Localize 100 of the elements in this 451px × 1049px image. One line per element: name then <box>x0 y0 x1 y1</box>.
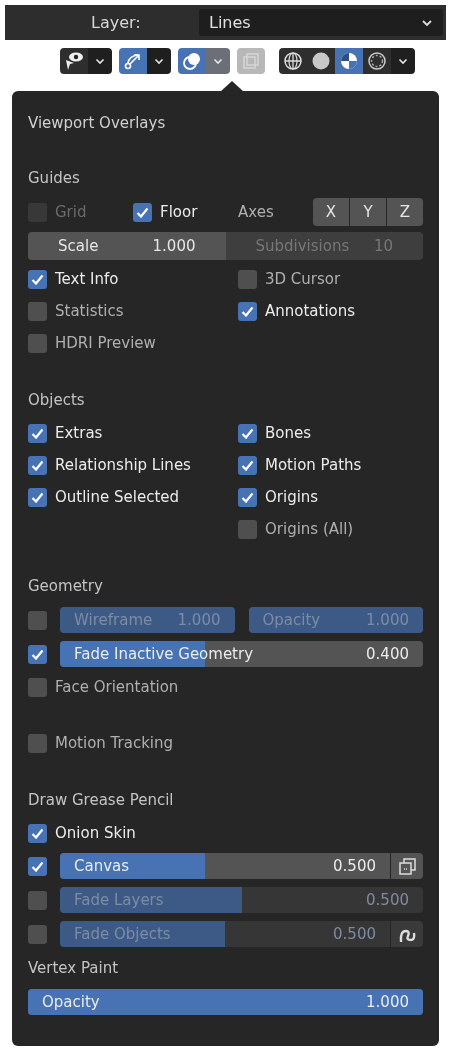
slider[interactable]: Opacity 1.000 <box>28 989 423 1015</box>
checkbox[interactable] <box>28 333 47 353</box>
checkmark-icon <box>241 427 254 439</box>
checkbox[interactable] <box>133 202 152 222</box>
axis-toggle[interactable]: Y <box>350 198 386 226</box>
slider-value: 0.500 <box>333 923 376 945</box>
section-heading: Draw Grease Pencil <box>28 789 175 811</box>
checkmark-icon <box>31 273 44 285</box>
checkmark-icon <box>136 206 149 218</box>
caret-icon <box>154 57 164 65</box>
overlapping-circles-icon <box>182 51 202 71</box>
checkbox[interactable] <box>238 519 257 539</box>
eye-pointer-icon <box>64 51 84 71</box>
solid-sphere-icon <box>311 51 331 71</box>
checkmark-icon <box>31 648 44 660</box>
gizmo-arrow-icon <box>123 51 143 71</box>
toolbar-button[interactable] <box>363 48 391 74</box>
wireframe-sphere-icon <box>283 51 303 71</box>
checkbox-label: Statistics <box>55 300 124 322</box>
checkbox-label: Floor <box>160 201 198 223</box>
tool-button[interactable] <box>391 853 423 879</box>
layer-label: Layer: <box>91 11 142 34</box>
dropdown-button[interactable] <box>88 48 112 74</box>
caret-icon <box>95 57 105 65</box>
slider-label: Canvas <box>74 855 130 877</box>
dropdown-button[interactable] <box>391 48 415 74</box>
checkbox-label: Grid <box>55 201 87 223</box>
checkbox[interactable] <box>28 301 47 321</box>
checkbox[interactable] <box>28 610 47 630</box>
slider-value: 1.000 <box>366 991 409 1013</box>
material-sphere-icon <box>339 51 359 71</box>
checkbox-label: Motion Tracking <box>55 732 174 754</box>
slider-value: 1.000 <box>177 609 221 631</box>
slider-value: 1.000 <box>366 609 409 631</box>
tool-button[interactable] <box>391 921 423 947</box>
checkbox-label: Relationship Lines <box>55 454 191 476</box>
field-label: Scale <box>58 235 99 257</box>
checkbox[interactable] <box>238 301 257 321</box>
axes-label: Axes <box>238 201 275 223</box>
toolbar-button[interactable] <box>60 48 88 74</box>
checkbox-label: Outline Selected <box>55 486 180 508</box>
checkmark-icon <box>241 491 254 503</box>
slider[interactable]: Canvas 0.500 <box>60 853 390 879</box>
number-field[interactable]: Scale 1.000 <box>28 232 226 260</box>
section-heading: Geometry <box>28 575 104 597</box>
checkbox[interactable] <box>238 455 257 475</box>
axis-toggle[interactable]: Z <box>387 198 423 226</box>
checkmark-icon <box>31 427 44 439</box>
checkmark-icon <box>31 459 44 471</box>
slider-label: Fade Layers <box>74 889 164 911</box>
xray-toggle-icon <box>242 52 260 70</box>
checkbox-label: Annotations <box>265 300 356 322</box>
checkbox[interactable] <box>238 487 257 507</box>
slider-value: 0.400 <box>366 643 409 665</box>
checkbox-label: Face Orientation <box>55 676 179 698</box>
checkbox[interactable] <box>238 423 257 443</box>
checkbox[interactable] <box>28 644 47 664</box>
slider-value: 0.500 <box>333 855 376 877</box>
checkbox[interactable] <box>28 890 47 910</box>
field-value: 1.000 <box>152 235 196 257</box>
slider-label: Wireframe <box>74 609 153 631</box>
checkmark-icon <box>31 860 44 872</box>
checkbox[interactable] <box>28 823 47 843</box>
stack-icon <box>397 856 417 876</box>
checkbox-label: Onion Skin <box>55 822 136 844</box>
dropdown-value: Lines <box>209 11 251 34</box>
checkbox-label: Extras <box>55 422 103 444</box>
rendered-sphere-icon <box>367 51 387 71</box>
checkbox[interactable] <box>28 924 47 944</box>
toolbar-button[interactable] <box>335 48 363 74</box>
checkbox-label: 3D Cursor <box>265 268 341 290</box>
panel-title: Viewport Overlays <box>28 112 167 134</box>
checkbox-label: Motion Paths <box>265 454 362 476</box>
field-label: Subdivisions <box>255 235 350 257</box>
checkbox[interactable] <box>28 269 47 289</box>
section-heading: Vertex Paint <box>28 957 120 979</box>
axis-toggle[interactable]: X <box>313 198 349 226</box>
checkmark-icon <box>31 827 44 839</box>
field-value: 10 <box>373 235 393 257</box>
toolbar-button[interactable] <box>307 48 335 74</box>
layer-dropdown[interactable]: Lines <box>199 9 443 36</box>
toolbar-button[interactable] <box>279 48 307 74</box>
checkbox[interactable] <box>28 856 47 876</box>
section-heading: Objects <box>28 389 86 411</box>
slider-label: Opacity <box>42 991 100 1013</box>
checkbox[interactable] <box>28 487 47 507</box>
caret-icon <box>421 18 433 27</box>
checkbox[interactable] <box>28 455 47 475</box>
checkbox-label: Origins <box>265 486 319 508</box>
checkbox[interactable] <box>238 269 257 289</box>
checkbox-label: Text Info <box>55 268 119 290</box>
checkbox-label: Bones <box>265 422 312 444</box>
checkbox-label: HDRI Preview <box>55 332 156 354</box>
checkbox[interactable] <box>28 733 47 753</box>
checkbox[interactable] <box>28 423 47 443</box>
section-heading: Guides <box>28 167 81 189</box>
checkbox[interactable] <box>28 677 47 697</box>
slider-label: Opacity <box>262 609 321 631</box>
dropdown-button[interactable] <box>147 48 171 74</box>
caret-icon <box>398 57 408 65</box>
